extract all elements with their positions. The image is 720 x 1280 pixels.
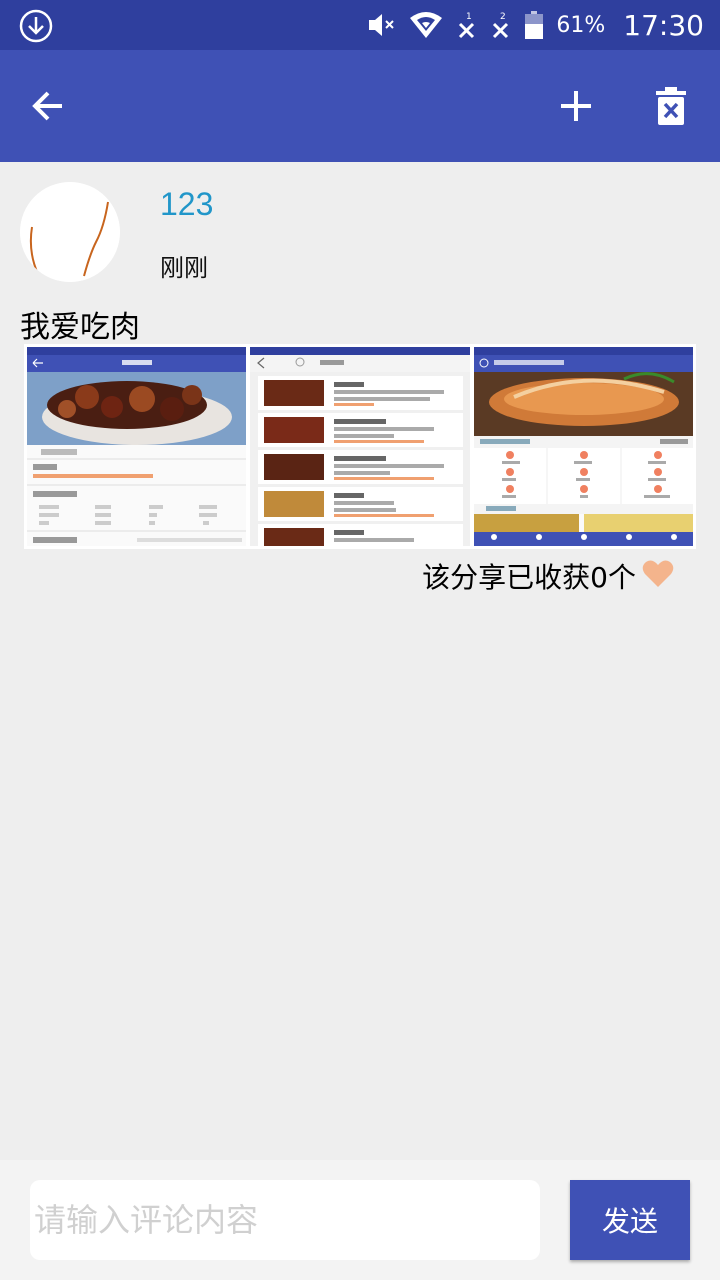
post-image-1[interactable] [27, 347, 247, 546]
svg-text:2: 2 [500, 12, 506, 22]
app-toolbar [0, 50, 720, 162]
send-button[interactable]: 发送 [570, 1180, 690, 1260]
post-images [24, 344, 696, 549]
collect-count-text: 该分享已收获0个 [422, 561, 636, 594]
add-button[interactable] [548, 78, 604, 134]
mute-icon [366, 10, 396, 40]
battery-percent: 61% [556, 12, 606, 38]
comment-bar: 发送 [0, 1160, 720, 1280]
post-image-2[interactable] [250, 347, 470, 546]
username[interactable]: 123 [160, 186, 213, 223]
clock: 17:30 [623, 8, 704, 42]
heart-icon[interactable] [642, 559, 674, 593]
status-bar: 1 2 61% 17:30 [0, 0, 720, 50]
back-button[interactable] [20, 78, 76, 134]
avatar[interactable] [20, 182, 120, 282]
download-icon [18, 8, 54, 44]
trash-icon [656, 87, 686, 125]
plus-icon [561, 91, 591, 121]
wifi-icon [408, 10, 444, 40]
collect-row: 该分享已收获0个 [422, 556, 674, 596]
signal-1-icon: 1 [456, 10, 478, 40]
post-timestamp: 刚刚 [160, 254, 208, 282]
delete-button[interactable] [643, 78, 699, 134]
svg-text:1: 1 [466, 12, 472, 22]
signal-2-icon: 2 [490, 10, 512, 40]
post-image-3[interactable] [473, 347, 693, 546]
battery-icon [524, 10, 544, 40]
comment-input[interactable] [30, 1180, 540, 1260]
back-arrow-icon [32, 91, 62, 121]
post-content: 我爱吃肉 [20, 310, 140, 345]
